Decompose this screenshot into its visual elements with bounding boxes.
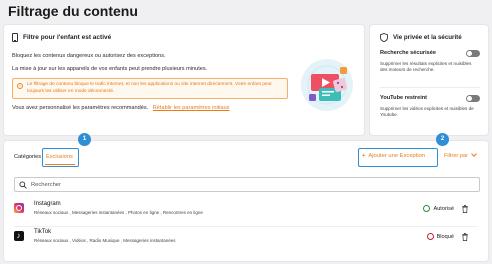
exceptions-card: Catégories Exclusions 1 2 + Ajouter une E… — [4, 133, 488, 261]
restore-defaults-link[interactable]: Rétablir les paramètres initiaux — [153, 105, 230, 111]
trash-icon[interactable] — [462, 205, 468, 213]
child-filter-description: Bloquez les contenus dangereux ou autori… — [12, 53, 166, 59]
step-badge-2: 2 — [436, 133, 449, 146]
filter-by-button[interactable]: Filtrer par — [444, 150, 477, 159]
app-row-instagram[interactable]: Instagram Réseaux sociaux , Messageries … — [4, 198, 488, 226]
search-input[interactable] — [31, 180, 471, 190]
status-label: Bloqué — [436, 233, 454, 240]
privacy-title: Vie privée et la sécurité — [393, 34, 462, 41]
shield-icon — [380, 33, 388, 42]
chevron-down-icon — [471, 150, 477, 157]
page-title: Filtrage du contenu — [8, 3, 138, 19]
filter-illustration — [301, 59, 353, 111]
warning-text: Le filtrage de contenu bloque le trafic … — [27, 82, 272, 94]
warning-banner: ! Le filtrage de contenu bloque le trafi… — [12, 78, 288, 99]
privacy-header: Vie privée et la sécurité — [380, 33, 462, 42]
child-filter-header: Filtre pour l'enfant est activé — [12, 33, 111, 42]
tab-categories[interactable]: Catégories — [14, 154, 41, 160]
trash-icon[interactable] — [462, 233, 468, 241]
youtube-restricted-toggle[interactable] — [466, 95, 480, 102]
add-exception-button[interactable]: + Ajouter une Exception — [362, 153, 425, 159]
status-badge[interactable]: Bloqué — [426, 233, 454, 240]
child-filter-card: Filtre pour l'enfant est activé Bloquez … — [4, 25, 364, 135]
youtube-restricted-description: Supprimer les vidéos explicites et nuisi… — [380, 106, 474, 118]
status-badge[interactable]: Autorisé — [423, 205, 454, 212]
recommendation-text: Vous avez personnalisé les paramètres re… — [12, 105, 149, 111]
safe-search-toggle[interactable] — [466, 50, 480, 57]
highlight-box-tab — [42, 148, 79, 167]
app-categories: Réseaux sociaux , Messageries instantané… — [34, 210, 203, 215]
divider — [380, 87, 480, 88]
add-exception-label: Ajouter une Exception — [368, 153, 426, 159]
app-categories: Réseaux sociaux , Vidéos , Radio Musique… — [34, 238, 176, 243]
search-icon — [19, 181, 27, 189]
app-name: Instagram — [34, 201, 61, 207]
update-note: La mise à jour sur les appareils de vos … — [12, 66, 208, 72]
app-name: TikTok — [34, 229, 52, 235]
app-row-tiktok[interactable]: ♪ TikTok Réseaux sociaux , Vidéos , Radi… — [4, 226, 488, 254]
phone-icon — [12, 33, 18, 42]
privacy-card: Vie privée et la sécurité Recherche sécu… — [370, 25, 488, 135]
status-label: Autorisé — [433, 205, 454, 212]
safe-search-title: Recherche sécurisée — [380, 50, 436, 56]
plus-icon: + — [362, 153, 366, 159]
child-filter-title: Filtre pour l'enfant est activé — [23, 34, 112, 41]
instagram-icon — [14, 203, 24, 213]
filter-by-label: Filtrer par — [444, 153, 468, 159]
youtube-restricted-title: YouTube restreint — [380, 95, 428, 101]
recommendation-line: Vous avez personnalisé les paramètres re… — [12, 105, 230, 111]
tiktok-icon: ♪ — [14, 231, 24, 241]
blocked-status-icon — [426, 233, 434, 240]
step-badge-1: 1 — [78, 133, 91, 146]
allowed-status-icon — [423, 205, 431, 212]
safe-search-description: Supprimer les résultats explicites et nu… — [380, 61, 472, 73]
info-icon: ! — [17, 83, 23, 89]
search-box — [14, 177, 480, 192]
